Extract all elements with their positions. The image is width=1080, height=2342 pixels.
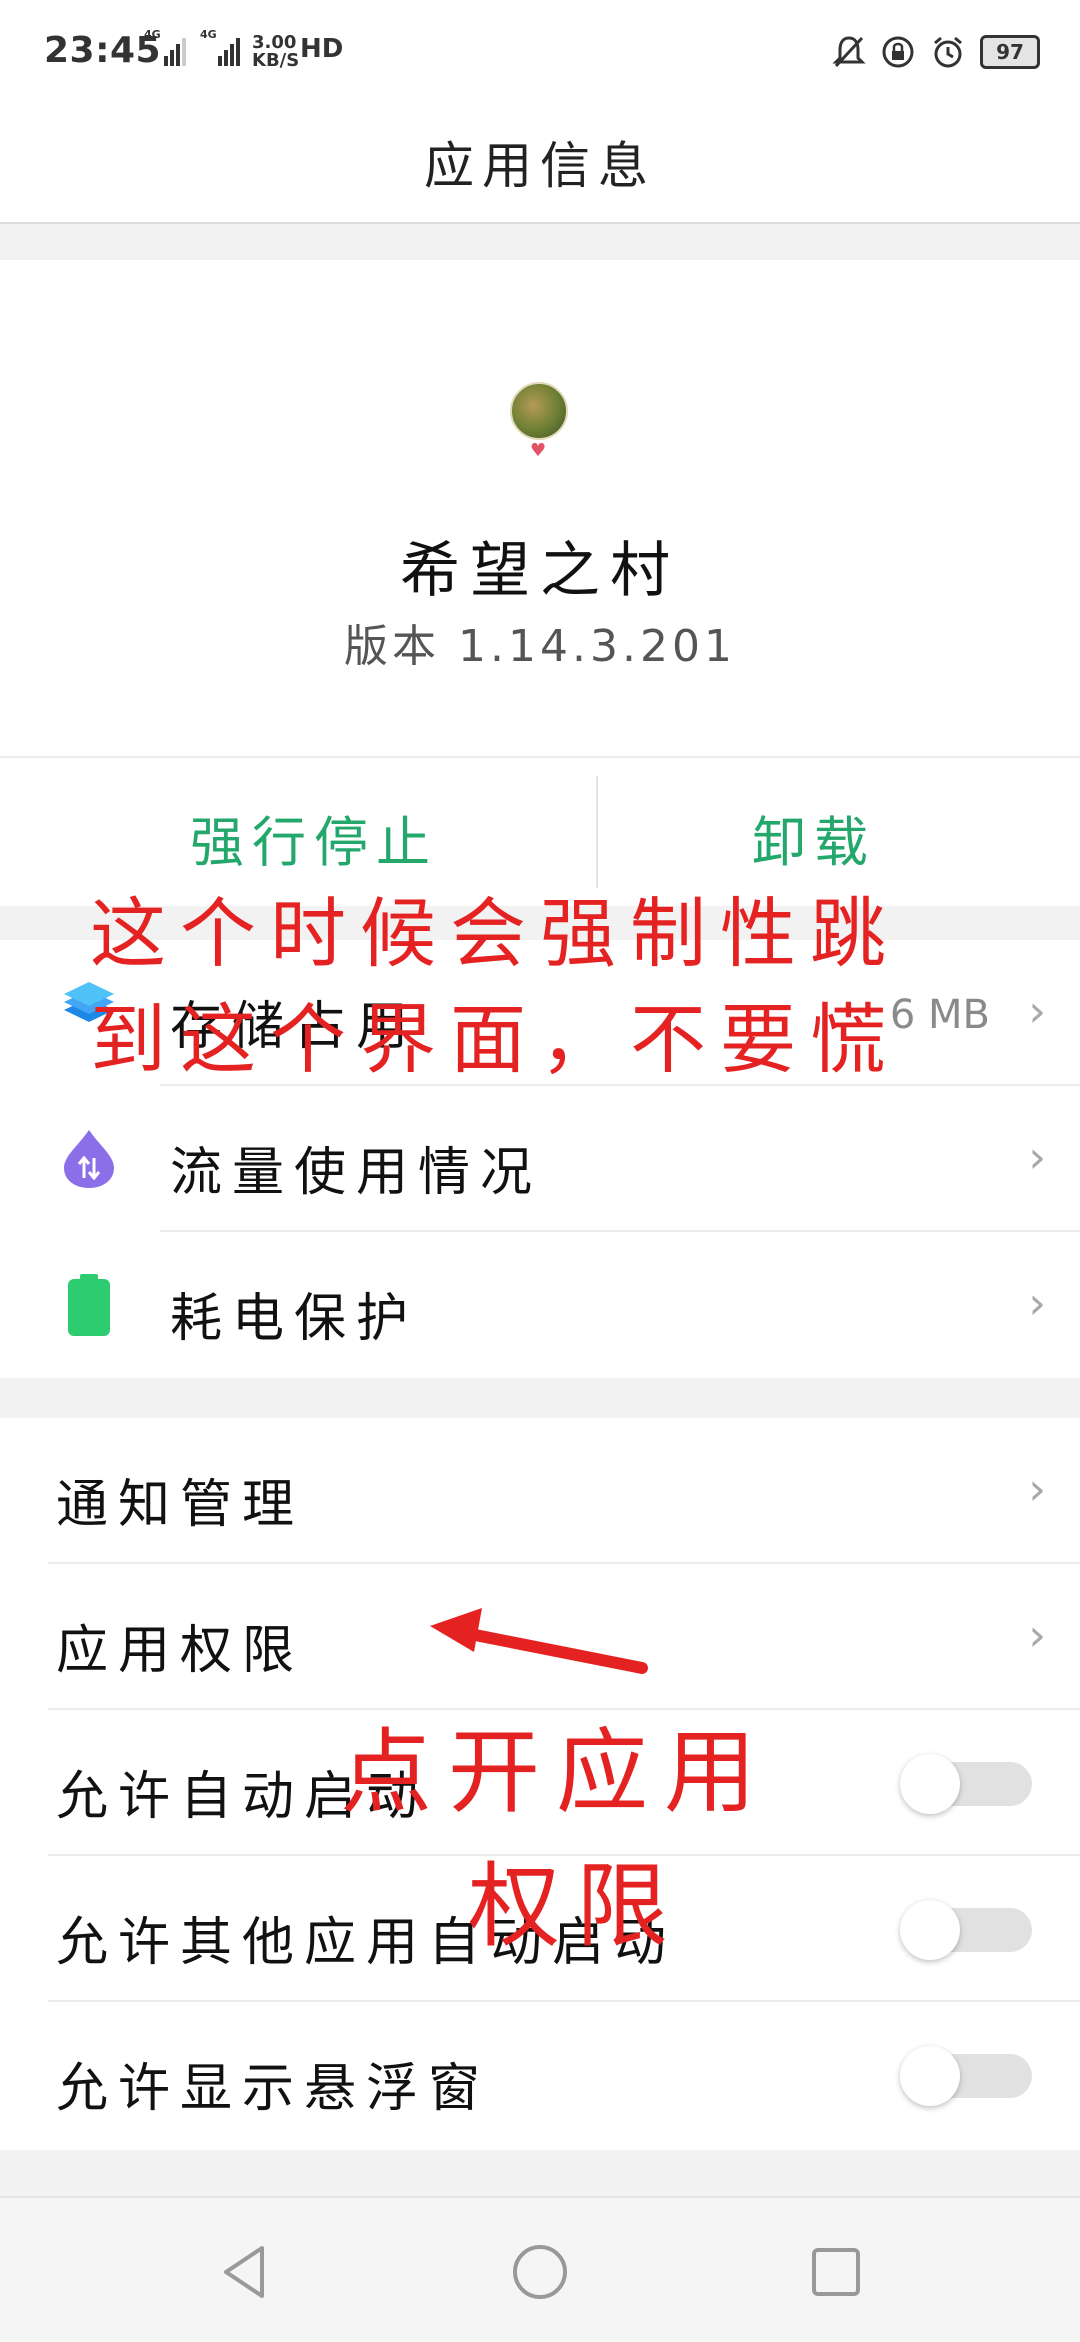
annotation-text: 到这个界面，不要慌 (90, 995, 900, 1084)
battery-protection-row[interactable]: 耗电保护 › (0, 1232, 1080, 1378)
data-usage-icon (64, 1130, 114, 1188)
floating-window-toggle[interactable] (900, 2046, 1032, 2106)
mute-bell-icon (832, 36, 866, 68)
network-speed: 3.00 KB/S (252, 32, 300, 71)
app-card: ♥ 希望之村 版本 1.14.3.201 (0, 260, 1080, 756)
toggle-knob (900, 1900, 960, 1960)
notification-management-label: 通知管理 (56, 1475, 305, 1535)
data-usage-label: 流量使用情况 (170, 1143, 543, 1203)
annotation-tap-text: 点开应用 (340, 1719, 773, 1826)
battery-icon (68, 1274, 110, 1336)
storage-value: 6 MB (889, 992, 990, 1038)
page-title: 应用信息 (424, 137, 656, 195)
app-permissions-label: 应用权限 (56, 1621, 305, 1681)
other-apps-auto-start-toggle[interactable] (900, 1900, 1032, 1960)
rotation-lock-icon (882, 36, 914, 68)
floating-window-row: 允许显示悬浮窗 (0, 2002, 1080, 2148)
notification-management-row[interactable]: 通知管理 › (0, 1418, 1080, 1564)
svg-text:4G: 4G (200, 28, 217, 41)
floating-window-label: 允许显示悬浮窗 (56, 2059, 491, 2119)
title-bar: 应用信息 (0, 100, 1080, 224)
hd-voice-indicator: HD (300, 34, 344, 64)
recents-icon[interactable] (806, 2242, 866, 2302)
app-icon (510, 382, 568, 440)
toggle-knob (900, 1754, 960, 1814)
data-usage-row[interactable]: 流量使用情况 › (0, 1086, 1080, 1232)
chevron-right-icon: › (1028, 1464, 1046, 1515)
status-bar: 23:45 4G 4G 3.00 KB/S HD 97 (0, 0, 1080, 100)
app-version: 版本 1.14.3.201 (344, 621, 736, 672)
chevron-right-icon: › (1028, 1610, 1046, 1661)
chevron-right-icon: › (1028, 1132, 1046, 1183)
heart-icon: ♥ (530, 440, 547, 461)
back-icon[interactable] (214, 2242, 274, 2302)
navigation-bar (0, 2196, 1080, 2342)
svg-text:4G: 4G (144, 28, 161, 41)
chevron-right-icon: › (1028, 986, 1046, 1037)
alarm-icon (934, 36, 962, 68)
annotation-tap-text: 权限 (468, 1853, 685, 1960)
chevron-right-icon: › (1028, 1278, 1046, 1329)
status-right-icons: 97 (832, 30, 1040, 74)
battery-indicator: 97 (980, 35, 1040, 69)
force-stop-button[interactable]: 强行停止 (190, 798, 438, 877)
uninstall-button[interactable]: 卸载 (752, 798, 876, 877)
home-icon[interactable] (510, 2242, 570, 2302)
app-name: 希望之村 (400, 536, 680, 606)
toggle-knob (900, 2046, 960, 2106)
arrow-left-icon (430, 1608, 648, 1674)
auto-start-toggle[interactable] (900, 1754, 1032, 1814)
battery-protection-label: 耗电保护 (170, 1289, 419, 1349)
annotation-text: 这个时候会强制性跳 (90, 889, 900, 978)
